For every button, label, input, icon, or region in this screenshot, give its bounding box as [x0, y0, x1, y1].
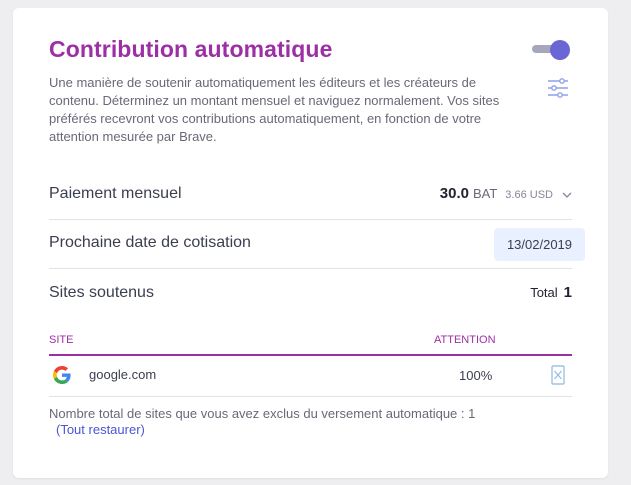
chevron-down-icon — [562, 192, 572, 198]
table-row: google.com 100% — [49, 356, 572, 397]
payment-amount: 30.0 — [439, 185, 469, 202]
sites-table-header: SITE ATTENTION — [49, 324, 572, 356]
supported-sites-row: Sites soutenus Total 1 — [49, 270, 572, 318]
payment-usd: 3.66 USD — [505, 189, 553, 201]
google-icon — [53, 366, 71, 384]
site-attention: 100% — [459, 368, 493, 383]
next-contribution-date: 13/02/2019 — [494, 228, 585, 261]
exclude-site-icon[interactable] — [551, 365, 565, 385]
next-contribution-label: Prochaine date de cotisation — [49, 234, 251, 251]
column-header-site: SITE — [49, 334, 74, 346]
sites-total: Total 1 — [530, 284, 572, 301]
monthly-payment-label: Paiement mensuel — [49, 185, 182, 202]
monthly-payment-row: Paiement mensuel 30.0 BAT 3.66 USD — [49, 171, 572, 220]
monthly-payment-select[interactable]: 30.0 BAT 3.66 USD — [440, 185, 572, 205]
panel-description: Une manière de soutenir automatiquement … — [49, 75, 500, 144]
next-contribution-row: Prochaine date de cotisation 13/02/2019 — [49, 220, 585, 269]
sliders-icon[interactable] — [547, 78, 569, 98]
column-header-attention: ATTENTION — [434, 334, 496, 346]
auto-contribute-toggle[interactable] — [532, 40, 572, 60]
site-name[interactable]: google.com — [89, 367, 156, 382]
toggle-knob — [550, 40, 570, 60]
sites-total-label: Total — [530, 285, 558, 300]
payment-unit: BAT — [472, 186, 498, 201]
auto-contribute-panel: Contribution automatique Une manière de … — [13, 8, 608, 478]
excluded-sites-text: Nombre total de sites que vous avez excl… — [49, 406, 476, 421]
restore-all-link[interactable]: (Tout restaurer) — [56, 422, 145, 437]
sites-total-count: 1 — [563, 284, 572, 301]
panel-title: Contribution automatique — [49, 36, 333, 62]
supported-sites-label: Sites soutenus — [49, 284, 154, 301]
